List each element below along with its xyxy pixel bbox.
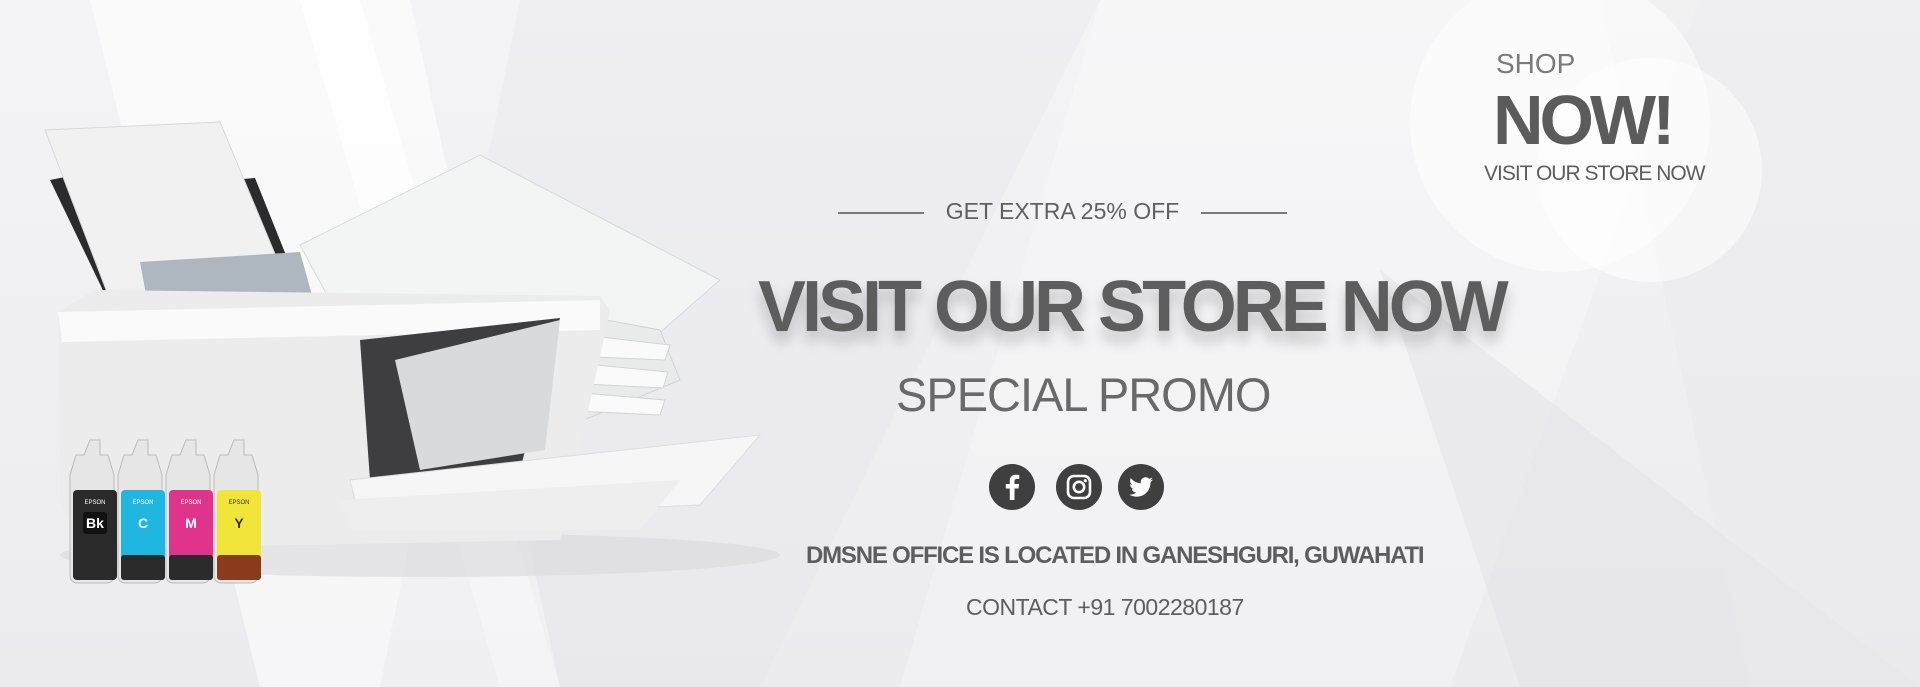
contact-number[interactable]: CONTACT +91 7002280187 xyxy=(966,594,1244,621)
sub-headline: SPECIAL PROMO xyxy=(896,368,1271,421)
offer-text: GET EXTRA 25% OFF xyxy=(945,198,1180,224)
twitter-icon[interactable] xyxy=(1118,464,1164,510)
offer-divider-right xyxy=(1201,212,1287,214)
svg-text:EPSON: EPSON xyxy=(84,500,105,506)
shop-now-subtext: VISIT OUR STORE NOW xyxy=(1484,162,1706,185)
facebook-icon[interactable] xyxy=(989,464,1035,510)
instagram-icon[interactable] xyxy=(1056,464,1102,510)
svg-text:EPSON: EPSON xyxy=(180,500,201,506)
svg-text:Bk: Bk xyxy=(86,515,104,531)
svg-text:C: C xyxy=(138,515,148,531)
svg-text:Y: Y xyxy=(234,515,244,531)
office-location: DMSNE OFFICE IS LOCATED IN GANESHGURI, G… xyxy=(806,542,1425,569)
svg-text:EPSON: EPSON xyxy=(132,500,153,506)
shop-now-heading: NOW! xyxy=(1493,81,1675,159)
promo-banner: Bk EPSON C EPSON M EPSON Y EPSON SHOP NO… xyxy=(0,0,1920,687)
main-headline: VISIT OUR STORE NOW xyxy=(758,267,1509,347)
printer-illustration: Bk EPSON C EPSON M EPSON Y EPSON xyxy=(44,121,780,584)
offer-divider-left xyxy=(838,212,924,214)
svg-text:EPSON: EPSON xyxy=(228,500,249,506)
svg-text:M: M xyxy=(185,515,197,531)
shop-small-text: SHOP xyxy=(1496,48,1576,79)
